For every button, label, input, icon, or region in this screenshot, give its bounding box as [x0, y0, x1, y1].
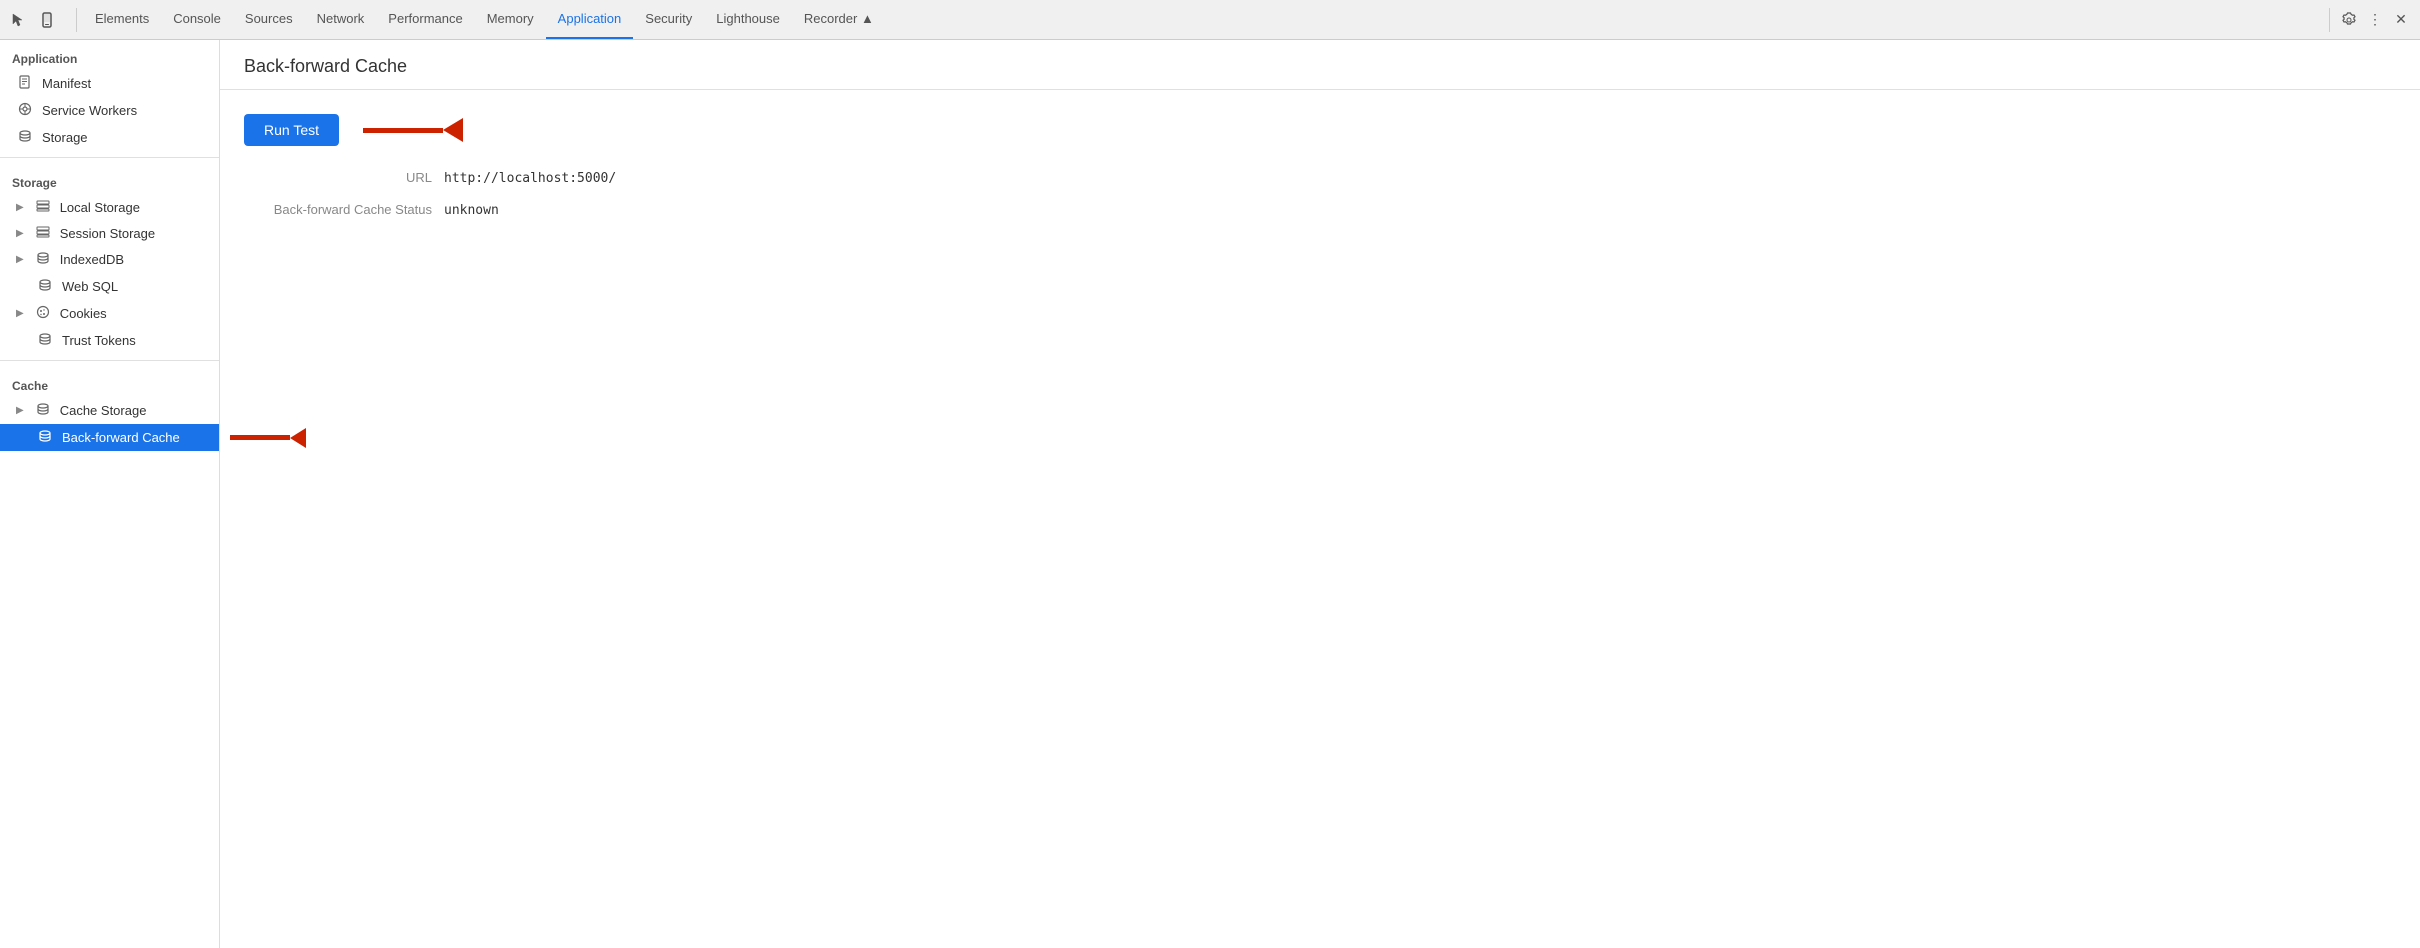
local-storage-label: Local Storage — [60, 200, 140, 215]
run-test-row: Run Test — [244, 114, 2396, 146]
back-forward-cache-label: Back-forward Cache — [62, 430, 180, 445]
sidebar-item-back-forward-cache[interactable]: Back-forward Cache — [0, 424, 219, 451]
sidebar-item-local-storage[interactable]: ▶ Local Storage — [0, 194, 219, 220]
sidebar-section-storage: Storage — [0, 164, 219, 194]
tab-recorder[interactable]: Recorder ▲ — [792, 0, 886, 39]
tab-security[interactable]: Security — [633, 0, 704, 39]
content-area: Back-forward Cache Run Test URL http://l… — [220, 40, 2420, 948]
web-sql-icon — [36, 278, 54, 295]
main-layout: Application Manifest — [0, 40, 2420, 948]
sidebar-section-cache: Cache — [0, 367, 219, 397]
sidebar-item-indexeddb[interactable]: ▶ IndexedDB — [0, 246, 219, 273]
manifest-icon — [16, 75, 34, 92]
session-storage-chevron: ▶ — [16, 228, 24, 239]
tab-application[interactable]: Application — [546, 0, 634, 39]
session-storage-icon — [34, 225, 52, 241]
tab-elements[interactable]: Elements — [83, 0, 161, 39]
sidebar-item-cache-storage[interactable]: ▶ Cache Storage — [0, 397, 219, 424]
local-storage-chevron: ▶ — [16, 202, 24, 213]
cookies-chevron: ▶ — [16, 308, 24, 319]
more-icon[interactable]: ⋮ — [2364, 9, 2386, 31]
sidebar-item-web-sql[interactable]: Web SQL — [0, 273, 219, 300]
url-value: http://localhost:5000/ — [444, 171, 616, 186]
run-test-button[interactable]: Run Test — [244, 114, 339, 146]
sidebar-item-trust-tokens[interactable]: Trust Tokens — [0, 327, 219, 354]
run-test-arrow-shaft — [363, 128, 443, 133]
url-row: URL http://localhost:5000/ — [244, 170, 2396, 186]
storage-icon — [16, 129, 34, 146]
status-label: Back-forward Cache Status — [244, 202, 444, 217]
manifest-label: Manifest — [42, 76, 91, 91]
content-header: Back-forward Cache — [220, 40, 2420, 90]
cache-storage-chevron: ▶ — [16, 405, 24, 416]
tab-performance[interactable]: Performance — [376, 0, 474, 39]
toolbar-divider-1 — [76, 8, 77, 32]
indexeddb-icon — [34, 251, 52, 268]
content-body: Run Test URL http://localhost:5000/ Back… — [220, 90, 2420, 258]
storage-overview-label: Storage — [42, 130, 88, 145]
run-test-arrow-head — [443, 118, 463, 142]
sidebar-item-manifest[interactable]: Manifest — [0, 70, 219, 97]
service-workers-icon — [16, 102, 34, 119]
settings-icon[interactable] — [2338, 9, 2360, 31]
status-value: unknown — [444, 203, 499, 218]
tab-memory[interactable]: Memory — [475, 0, 546, 39]
web-sql-label: Web SQL — [62, 279, 118, 294]
sidebar-item-cookies[interactable]: ▶ Cookies — [0, 300, 219, 327]
session-storage-label: Session Storage — [60, 226, 155, 241]
toolbar-divider-2 — [2329, 8, 2330, 32]
cache-storage-label: Cache Storage — [60, 403, 147, 418]
toolbar-right: ⋮ ✕ — [2325, 8, 2412, 32]
service-workers-label: Service Workers — [42, 103, 137, 118]
tab-console[interactable]: Console — [161, 0, 233, 39]
tab-lighthouse[interactable]: Lighthouse — [704, 0, 792, 39]
indexeddb-label: IndexedDB — [60, 252, 124, 267]
mobile-icon[interactable] — [36, 9, 58, 31]
back-forward-cache-icon — [36, 429, 54, 446]
sidebar: Application Manifest — [0, 40, 220, 948]
tab-sources[interactable]: Sources — [233, 0, 305, 39]
cursor-icon[interactable] — [8, 9, 30, 31]
cache-storage-icon — [34, 402, 52, 419]
sidebar-section-application: Application — [0, 40, 219, 70]
run-test-arrow — [363, 118, 463, 142]
url-label: URL — [244, 170, 444, 185]
trust-tokens-icon — [36, 332, 54, 349]
cookies-label: Cookies — [60, 306, 107, 321]
toolbar-left-icons — [8, 9, 58, 31]
close-icon[interactable]: ✕ — [2390, 9, 2412, 31]
page-title: Back-forward Cache — [244, 56, 2396, 77]
indexeddb-chevron: ▶ — [16, 254, 24, 265]
trust-tokens-label: Trust Tokens — [62, 333, 136, 348]
tab-list: Elements Console Sources Network Perform… — [83, 0, 2323, 39]
sidebar-item-session-storage[interactable]: ▶ Session Storage — [0, 220, 219, 246]
devtools-toolbar: Elements Console Sources Network Perform… — [0, 0, 2420, 40]
divider-2 — [0, 360, 219, 361]
status-row: Back-forward Cache Status unknown — [244, 202, 2396, 218]
divider-1 — [0, 157, 219, 158]
tab-network[interactable]: Network — [305, 0, 377, 39]
cookies-icon — [34, 305, 52, 322]
sidebar-item-service-workers[interactable]: Service Workers — [0, 97, 219, 124]
local-storage-icon — [34, 199, 52, 215]
sidebar-item-storage-overview[interactable]: Storage — [0, 124, 219, 151]
